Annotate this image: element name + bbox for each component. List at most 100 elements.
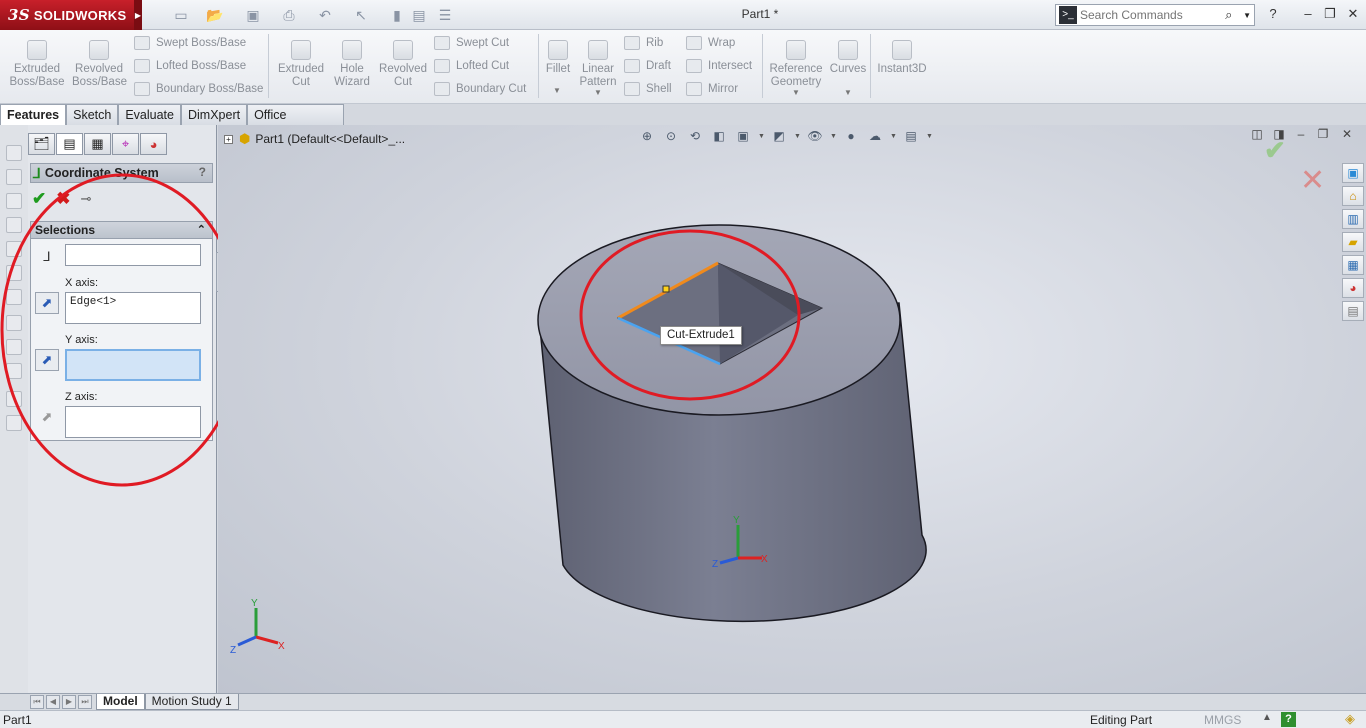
print-icon[interactable]: ⎙	[280, 6, 298, 24]
zoom-to-area-icon[interactable]: ⊙	[662, 127, 680, 145]
tag-icon[interactable]: ◈	[1345, 711, 1355, 727]
prev-tab-arrow-icon[interactable]: ◀	[46, 695, 60, 709]
section-view-icon[interactable]: ◧	[710, 127, 728, 145]
chevron-down-icon[interactable]: ▼	[594, 88, 602, 97]
tab-sketch[interactable]: Sketch	[66, 104, 119, 125]
first-tab-arrow-icon[interactable]: ⏮	[30, 695, 44, 709]
revolved-boss-button[interactable]: Revolved Boss/Base	[72, 32, 127, 89]
tab-office-products[interactable]: Office Products	[247, 104, 344, 142]
file-explorer-icon[interactable]: ▰	[1342, 232, 1364, 252]
tab-features[interactable]: Features	[0, 104, 67, 125]
last-tab-arrow-icon[interactable]: ⏭	[78, 695, 92, 709]
confirm-ok-icon[interactable]: ✔	[1264, 135, 1286, 166]
view-settings-icon[interactable]: ▤	[902, 127, 920, 145]
shell-button[interactable]: Shell	[624, 79, 672, 99]
home-icon[interactable]: ⌂	[1342, 186, 1364, 206]
close-button[interactable]: ✕	[1343, 5, 1363, 23]
lofted-boss-button[interactable]: Lofted Boss/Base	[134, 56, 246, 76]
fillet-icon	[548, 40, 568, 60]
hole-wizard-button[interactable]: Hole Wizard	[330, 32, 374, 89]
feature-tree-root[interactable]: + ⬢ Part1 (Default<<Default>_...	[224, 131, 405, 147]
doc-minimize-button[interactable]: –	[1292, 127, 1310, 143]
save-icon[interactable]: ▣	[244, 6, 262, 24]
linear-pattern-button[interactable]: Linear Pattern	[578, 32, 618, 89]
chevron-down-icon[interactable]: ▼	[1243, 11, 1251, 20]
file-properties-icon[interactable]: ▤	[410, 6, 428, 24]
chevron-down-icon[interactable]: ▼	[758, 133, 765, 140]
chevron-up-icon[interactable]: ▲	[1262, 712, 1272, 723]
mirror-icon	[686, 82, 702, 96]
restore-button[interactable]: ❐	[1320, 5, 1340, 23]
chevron-down-icon[interactable]: ▼	[830, 133, 837, 140]
boundary-cut-button[interactable]: Boundary Cut	[434, 79, 526, 99]
tab-evaluate[interactable]: Evaluate	[118, 104, 181, 125]
doc-close-button[interactable]: ✕	[1338, 127, 1356, 143]
mirror-button[interactable]: Mirror	[686, 79, 738, 99]
tab-dimxpert[interactable]: DimXpert	[180, 104, 248, 125]
instant3d-button[interactable]: Instant3D	[874, 32, 930, 76]
options-icon[interactable]: ☰	[436, 6, 454, 24]
instant3d-icon	[892, 40, 912, 60]
open-icon[interactable]: 📂	[206, 6, 224, 24]
search-icon[interactable]: ⌕	[1225, 7, 1243, 23]
confirm-cancel-icon[interactable]: ✕	[1300, 163, 1325, 198]
view-orientation-icon[interactable]: ▣	[734, 127, 752, 145]
intersect-button[interactable]: Intersect	[686, 56, 752, 76]
revolved-cut-button[interactable]: Revolved Cut	[377, 32, 429, 89]
unit-system[interactable]: MMGS	[1204, 713, 1241, 727]
instant3d-label: Instant3D	[877, 63, 927, 75]
menu-expand-icon[interactable]: ▶	[134, 0, 142, 30]
extruded-boss-button[interactable]: Extruded Boss/Base	[8, 32, 66, 89]
rib-button[interactable]: Rib	[624, 33, 663, 53]
previous-view-icon[interactable]: ⟲	[686, 127, 704, 145]
curves-label: Curves	[829, 63, 867, 75]
draft-button[interactable]: Draft	[624, 56, 671, 76]
minimize-button[interactable]: –	[1298, 5, 1318, 23]
lofted-boss-icon	[134, 59, 150, 73]
linear-pattern-icon	[588, 40, 608, 60]
rebuild-icon[interactable]: ▮	[388, 6, 406, 24]
design-library-icon[interactable]: ▥	[1342, 209, 1364, 229]
chevron-down-icon[interactable]: ▼	[844, 88, 852, 97]
curves-button[interactable]: Curves	[828, 32, 868, 76]
select-icon[interactable]: ↖	[352, 6, 370, 24]
appearances-icon[interactable]: ◕	[1342, 278, 1364, 298]
display-style-icon[interactable]: ◩	[770, 127, 788, 145]
chevron-down-icon[interactable]: ▼	[926, 133, 933, 140]
help-icon[interactable]: ?	[1263, 5, 1283, 23]
fillet-button[interactable]: Fillet	[542, 32, 574, 76]
chevron-down-icon[interactable]: ▼	[553, 86, 561, 95]
apply-scene-icon[interactable]: ☁	[866, 127, 884, 145]
lofted-cut-button[interactable]: Lofted Cut	[434, 56, 509, 76]
search-commands-box[interactable]: >_ ⌕ ▼	[1055, 4, 1255, 26]
command-prompt-icon: >_	[1059, 6, 1077, 24]
tab-motion-study[interactable]: Motion Study 1	[144, 694, 239, 710]
zoom-to-fit-icon[interactable]: ⊕	[638, 127, 656, 145]
chevron-down-icon[interactable]: ▼	[792, 88, 800, 97]
custom-properties-icon[interactable]: ▤	[1342, 301, 1364, 321]
doc-restore-button[interactable]: ❐	[1314, 127, 1332, 143]
chevron-down-icon[interactable]: ▼	[794, 133, 801, 140]
graphics-area[interactable]: Y X Z Y X Z + ⬢ Part1 (Default<<Default>…	[218, 125, 1366, 693]
solidworks-logo[interactable]: 3S SOLIDWORKS	[0, 0, 134, 30]
chevron-down-icon[interactable]: ▼	[890, 133, 897, 140]
boundary-cut-label: Boundary Cut	[456, 83, 527, 95]
help-icon[interactable]: ?	[1281, 712, 1296, 727]
new-document-icon[interactable]: ▭	[172, 6, 190, 24]
edit-appearance-icon[interactable]: ●	[842, 127, 860, 145]
wrap-button[interactable]: Wrap	[686, 33, 735, 53]
tab-model[interactable]: Model	[96, 694, 145, 710]
swept-boss-button[interactable]: Swept Boss/Base	[134, 33, 246, 53]
reference-geometry-button[interactable]: Reference Geometry	[766, 32, 826, 89]
solidworks-resources-icon[interactable]: ▣	[1342, 163, 1364, 183]
undo-icon[interactable]: ↶	[316, 6, 334, 24]
triad-x-label: X	[761, 554, 768, 565]
next-tab-arrow-icon[interactable]: ▶	[62, 695, 76, 709]
swept-cut-button[interactable]: Swept Cut	[434, 33, 509, 53]
view-palette-icon[interactable]: ▦	[1342, 255, 1364, 275]
extruded-cut-button[interactable]: Extruded Cut	[274, 32, 328, 89]
search-input[interactable]	[1080, 8, 1226, 22]
hide-show-items-icon[interactable]: 👁	[806, 127, 824, 145]
boundary-boss-button[interactable]: Boundary Boss/Base	[134, 79, 263, 99]
expand-icon[interactable]: +	[224, 134, 233, 144]
